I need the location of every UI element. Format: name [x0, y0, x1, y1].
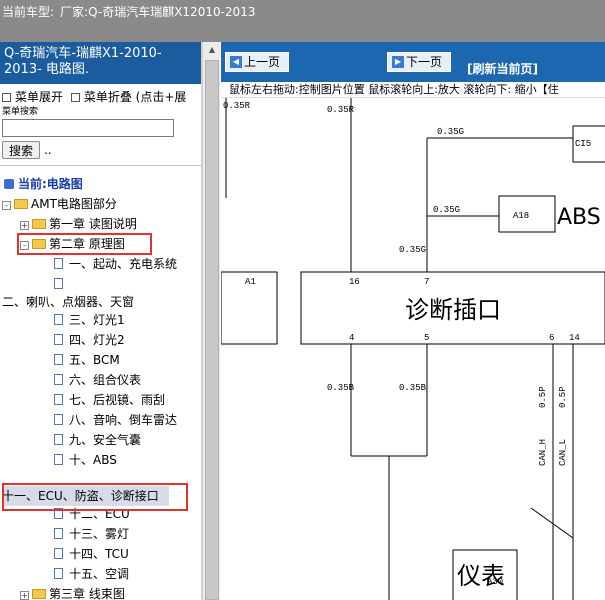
- pin-label: 4: [349, 333, 354, 343]
- search-extra: ..: [44, 143, 52, 157]
- schematic-diagram[interactable]: 0.35R 0.35R 0.35G 0.35G 0.35G A1 16 7 4 …: [221, 98, 605, 600]
- vehicle-name: 厂家:Q-奇瑞汽车瑞麒X12010-2013: [60, 5, 256, 19]
- page-icon: [54, 528, 63, 539]
- scroll-thumb[interactable]: [205, 60, 219, 600]
- pin-label: 5: [424, 333, 429, 343]
- wire-label: 0.35G: [433, 205, 460, 215]
- page-icon: [54, 454, 63, 465]
- diagnostic-connector-label: 诊断插口: [405, 296, 501, 324]
- tree-item-abs[interactable]: 十、ABS: [54, 450, 117, 470]
- computer-icon: [4, 179, 14, 189]
- page-icon: [54, 354, 63, 365]
- page-icon: [54, 334, 63, 345]
- wire-label: 0.35B: [327, 383, 355, 393]
- pin-label: A1: [245, 277, 256, 287]
- connector-code: A18: [513, 211, 529, 221]
- folder-icon: [32, 589, 46, 599]
- connector-code: CI5: [575, 139, 591, 149]
- tree-item-bcm[interactable]: 五、BCM: [54, 350, 120, 370]
- wire-label: 0.5P: [538, 386, 548, 408]
- sidebar: Q-奇瑞汽车-瑞麒X1-2010-2013- 电路图. 菜单展开 菜单折叠 (点…: [0, 42, 202, 600]
- tree-item-airbag[interactable]: 九、安全气囊: [54, 430, 141, 450]
- title-bar: 当前车型: 厂家:Q-奇瑞汽车瑞麒X12010-2013: [0, 0, 605, 42]
- tree-item-lights2[interactable]: 四、灯光2: [54, 330, 125, 350]
- folder-icon: [14, 199, 28, 209]
- sidebar-divider: [0, 165, 201, 166]
- tree-item-horn[interactable]: 二、喇叭、点烟器、天窗: [2, 292, 134, 312]
- tree-item-lights1[interactable]: 三、灯光1: [54, 310, 125, 330]
- page-icon: [54, 374, 63, 385]
- menu-collapse-link[interactable]: 菜单折叠 (点击+展: [84, 90, 187, 104]
- next-page-button[interactable]: ▶ 下一页: [387, 52, 452, 72]
- instrument-cluster-label: 仪表: [457, 562, 505, 590]
- page-icon: [54, 258, 63, 269]
- tree-item-fog[interactable]: 十三、雾灯: [54, 524, 129, 544]
- wire-label: 0.35R: [223, 101, 251, 111]
- search-row: 搜索 ..: [2, 140, 201, 160]
- tree-item-cluster[interactable]: 六、组合仪表: [54, 370, 141, 390]
- page-icon: [54, 414, 63, 425]
- collapse-icon[interactable]: [70, 93, 80, 102]
- signal-label: CAN_L: [558, 439, 568, 466]
- refresh-link[interactable]: [刷新当前页]: [467, 60, 538, 77]
- abs-label: ABS: [557, 205, 601, 230]
- current-page-label: 当前:电路图: [4, 174, 83, 194]
- arrow-left-icon: ◀: [230, 56, 242, 68]
- tree-item-blank[interactable]: [54, 274, 69, 294]
- wire-label: 0.35R: [327, 105, 355, 115]
- wire: [530, 507, 574, 539]
- page-icon: [54, 568, 63, 579]
- signal-label: CAN_H: [538, 439, 548, 466]
- scroll-up-icon[interactable]: ▲: [203, 42, 221, 58]
- highlight-box-ecu: [2, 483, 188, 511]
- page-icon: [54, 314, 63, 325]
- page-icon: [54, 548, 63, 559]
- page-icon: [54, 394, 63, 405]
- tree-item-audio[interactable]: 八、音响、倒车雷达: [54, 410, 177, 430]
- wire-label: 0.35B: [399, 383, 427, 393]
- tree-item-chapter1[interactable]: + 第一章 读图说明: [20, 214, 137, 234]
- arrow-right-icon: ▶: [392, 56, 404, 68]
- sidebar-title: Q-奇瑞汽车-瑞麒X1-2010-2013- 电路图.: [0, 42, 201, 84]
- pin-label: 7: [424, 277, 429, 287]
- pin-label: 16: [349, 277, 360, 287]
- wire-label: 0.35G: [399, 245, 426, 255]
- prev-page-button[interactable]: ◀ 上一页: [225, 52, 290, 72]
- tree-item-chapter3[interactable]: + 第三章 线束图: [20, 584, 125, 600]
- search-button[interactable]: 搜索: [2, 141, 41, 159]
- page-icon: [54, 278, 63, 289]
- vehicle-label: 当前车型:: [2, 5, 55, 19]
- page-icon: [54, 434, 63, 445]
- expand-toggle-icon[interactable]: +: [20, 591, 29, 600]
- hint-bar: 鼠标左右拖动:控制图片位置 鼠标滚轮向上:放大 滚轮向下: 缩小【住: [221, 82, 605, 98]
- tree-item-tcu[interactable]: 十四、TCU: [54, 544, 129, 564]
- menu-expand-link[interactable]: 菜单展开: [15, 90, 63, 104]
- tree-item-ac[interactable]: 十五、空调: [54, 564, 129, 584]
- highlight-box-chapter2: [17, 233, 152, 255]
- pin-label: 14: [569, 333, 580, 343]
- tree-item-mirror[interactable]: 七、后视镜、雨刮: [54, 390, 165, 410]
- wire-label: 0.35G: [437, 127, 464, 137]
- expand-icon[interactable]: [2, 93, 11, 102]
- search-input[interactable]: [2, 119, 174, 137]
- diagram-viewer: ◀ 上一页 ▶ 下一页 [刷新当前页] 鼠标左右拖动:控制图片位置 鼠标滚轮向上:放…: [221, 42, 605, 600]
- tree-item-amt[interactable]: - AMT电路图部分: [2, 194, 117, 214]
- wire-label: 0.5P: [558, 386, 568, 408]
- sidebar-scrollbar[interactable]: ▲: [202, 42, 220, 600]
- collapse-toggle-icon[interactable]: -: [2, 201, 11, 210]
- folder-icon: [32, 219, 46, 229]
- expand-toggle-icon[interactable]: +: [20, 221, 29, 230]
- pin-label: 6: [549, 333, 554, 343]
- search-label: 菜单搜索: [2, 107, 39, 117]
- viewer-toolbar: ◀ 上一页 ▶ 下一页 [刷新当前页]: [221, 42, 605, 82]
- tree-item-starting[interactable]: 一、起动、充电系统: [54, 254, 177, 274]
- menu-ops: 菜单展开 菜单折叠 (点击+展: [0, 84, 201, 104]
